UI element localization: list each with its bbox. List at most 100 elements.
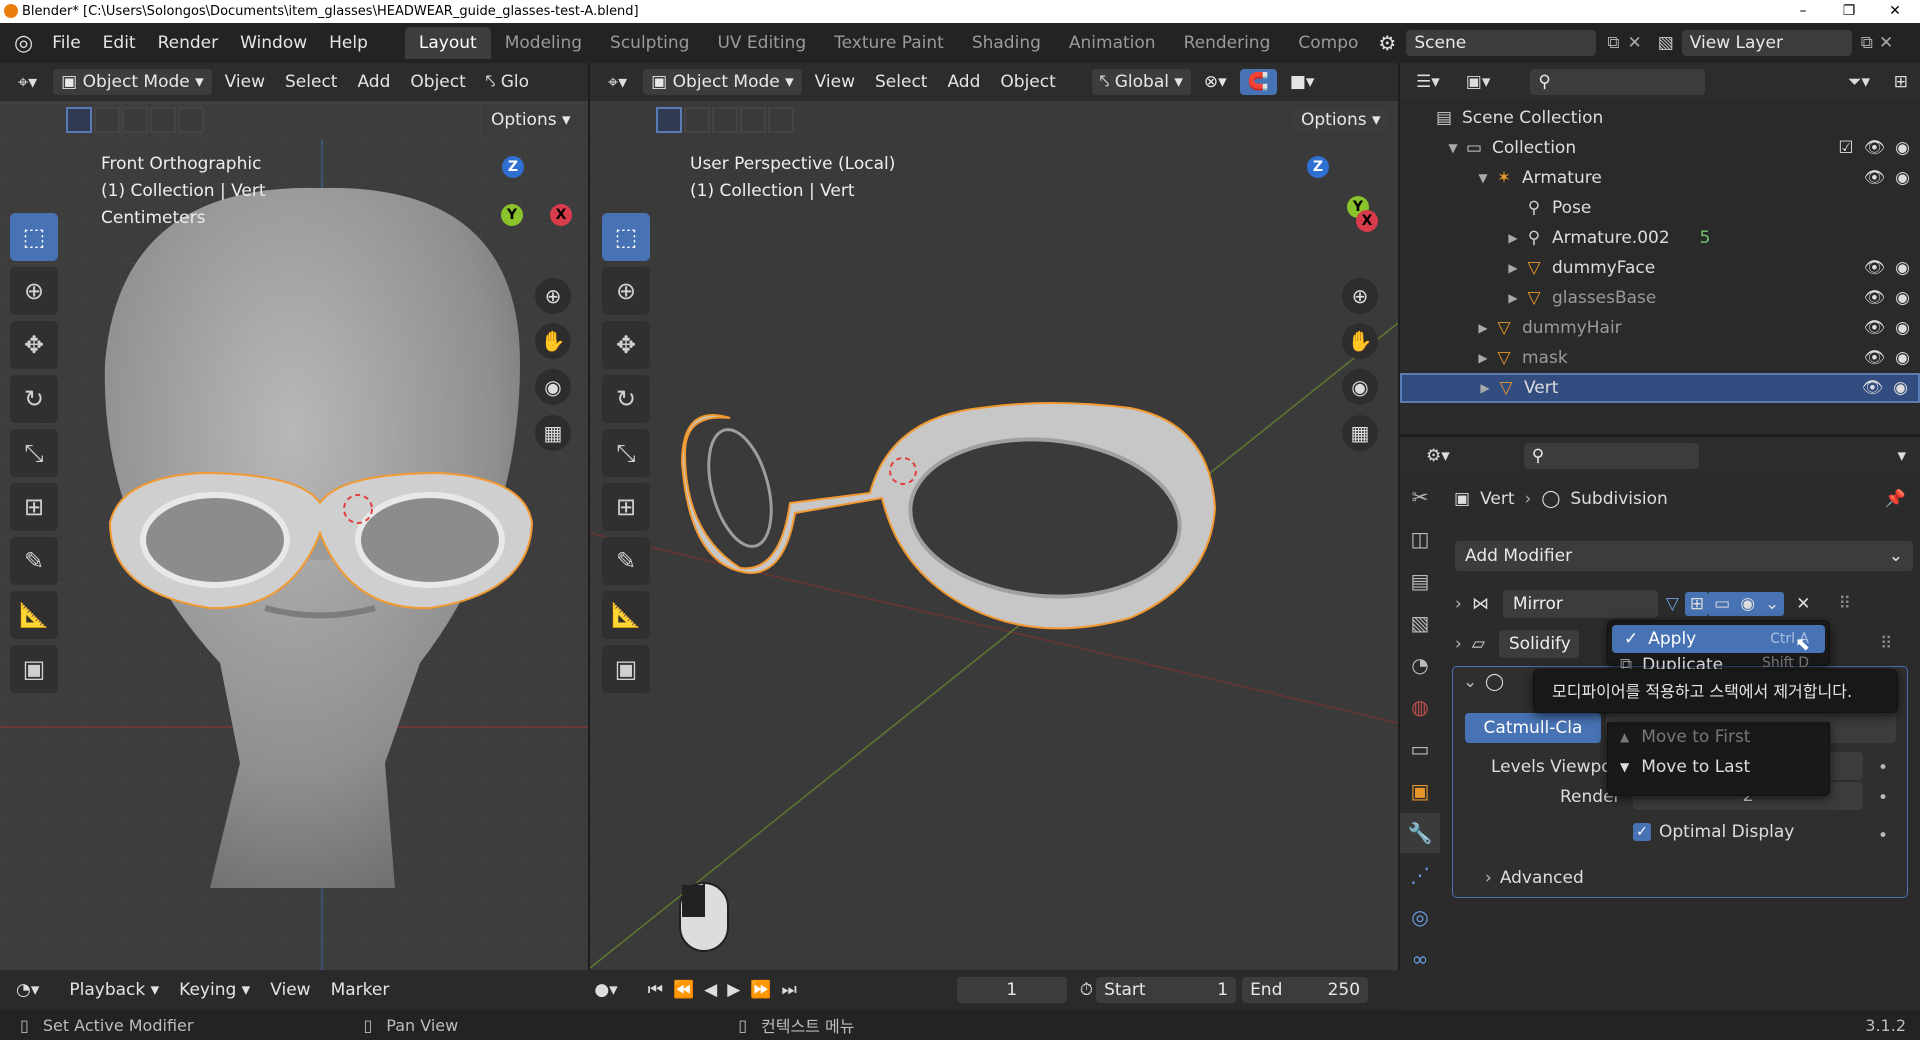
collection-tab-icon[interactable]: ▭ (1400, 729, 1440, 769)
view-layer-icon[interactable]: ▧ (1658, 33, 1674, 53)
output-tab-icon[interactable]: ▤ (1400, 561, 1440, 601)
eye-icon[interactable]: 👁 (1864, 318, 1886, 338)
right-gizmo-z-icon[interactable]: Z (1307, 156, 1329, 178)
camera-render-icon[interactable]: ◉ (1895, 288, 1910, 308)
menu-apply[interactable]: ✓ Apply Ctrl A (1612, 625, 1825, 653)
mirror-render-icon[interactable]: ◉ (1735, 592, 1761, 616)
right-scale-tool-icon[interactable]: ⤡ (602, 429, 650, 477)
left-menu-add[interactable]: Add (347, 72, 400, 92)
outliner-row[interactable]: ▼ ▭ Collection ☑ 👁 ◉ (1400, 133, 1920, 163)
outliner-row[interactable]: ⚲ Pose (1400, 193, 1920, 223)
mirror-drag-handle-icon[interactable]: ⠿ (1839, 594, 1851, 614)
right-viewport[interactable]: ⌖▾ ▣ Object Mode ▾ View Select Add Objec… (590, 63, 1398, 970)
advanced-subpanel[interactable]: › Advanced (1485, 868, 1584, 888)
tab-rendering[interactable]: Rendering (1170, 27, 1285, 59)
transform-orientation-dropdown[interactable]: ⤣ Global ▾ (1091, 69, 1191, 95)
right-select-extend-icon[interactable] (684, 107, 710, 133)
transform-tool-icon[interactable]: ⊞ (10, 483, 58, 531)
remove-scene-icon[interactable]: ✕ (1627, 33, 1641, 53)
select-subtract-icon[interactable] (122, 107, 148, 133)
world-tab-icon[interactable]: ◍ (1400, 687, 1440, 727)
tab-uv-editing[interactable]: UV Editing (703, 27, 820, 59)
outliner-row[interactable]: ▶ ▽ dummyHair 👁 ◉ (1400, 313, 1920, 343)
camera-render-icon[interactable]: ◉ (1893, 378, 1908, 398)
menu-help[interactable]: Help (318, 33, 379, 53)
outliner-row[interactable]: ▶ ▽ glassesBase 👁 ◉ (1400, 283, 1920, 313)
left-options-dropdown[interactable]: Options ▾ (483, 107, 579, 133)
snap-target-icon[interactable]: ■▾ (1280, 72, 1325, 92)
left-menu-select[interactable]: Select (275, 72, 347, 92)
modifier-mirror-row[interactable]: › ⋈ Mirror ▽ ⊞ ▭ ◉ ⌄ ✕ ⠿ (1455, 586, 1907, 622)
close-window-button[interactable]: ✕ (1872, 0, 1918, 23)
right-zoom-icon[interactable]: ⊕ (1342, 278, 1378, 314)
scene-icon[interactable]: ⚙ (1378, 31, 1396, 55)
left-menu-view[interactable]: View (215, 72, 275, 92)
menu-render[interactable]: Render (147, 33, 230, 53)
current-frame-field[interactable]: 1 (956, 977, 1067, 1003)
right-select-subtract-icon[interactable] (712, 107, 738, 133)
left-menu-object[interactable]: Object (400, 72, 475, 92)
visibility-toggles[interactable]: 👁 ◉ (1864, 318, 1910, 338)
mirror-delete-icon[interactable]: ✕ (1796, 594, 1810, 614)
add-cube-tool-icon[interactable]: ▣ (10, 645, 58, 693)
object-tab-icon[interactable]: ▣ (1400, 771, 1440, 811)
solidify-drag-handle-icon[interactable]: ⠿ (1880, 634, 1892, 654)
new-scene-icon[interactable]: ⧉ (1607, 33, 1619, 53)
eye-icon[interactable]: 👁 (1864, 348, 1886, 368)
visibility-toggles[interactable]: ☑ 👁 ◉ (1838, 138, 1910, 158)
select-new-icon[interactable] (66, 107, 92, 133)
animate-render-icon[interactable]: • (1878, 788, 1888, 808)
right-select-new-icon[interactable] (656, 107, 682, 133)
mirror-cage-icon[interactable]: ⊞ (1684, 592, 1710, 616)
menu-duplicate[interactable]: ⧉ Duplicate Shift D (1608, 653, 1829, 671)
right-object-mode-dropdown[interactable]: ▣ Object Mode ▾ (643, 69, 802, 95)
annotate-tool-icon[interactable]: ✎ (10, 537, 58, 585)
menu-edit[interactable]: Edit (92, 33, 147, 53)
visibility-toggles[interactable]: 👁 ◉ (1864, 348, 1910, 368)
expand-toggle-icon[interactable]: ▶ (1476, 381, 1494, 395)
editor-type-icon[interactable]: ⌖▾ (18, 72, 37, 93)
eye-icon[interactable]: 👁 (1864, 288, 1886, 308)
properties-search-input[interactable]: ⚲ (1523, 443, 1699, 469)
outliner-row[interactable]: ▤ Scene Collection (1400, 103, 1920, 133)
left-zoom-icon[interactable]: ⊕ (535, 278, 571, 314)
menu-file[interactable]: File (41, 33, 91, 53)
outliner-search-input[interactable]: ⚲ (1530, 69, 1706, 95)
properties-editor-type-icon[interactable]: ⚙▾ (1426, 446, 1450, 466)
auto-keying-icon[interactable]: ●▾ (594, 980, 617, 1000)
left-pan-hand-icon[interactable]: ✋ (535, 323, 571, 359)
timeline-menu-keying[interactable]: Keying ▾ (169, 980, 260, 1000)
tab-texture-paint[interactable]: Texture Paint (820, 27, 958, 59)
left-object-mode-dropdown[interactable]: ▣ Object Mode ▾ (53, 69, 212, 95)
right-measure-tool-icon[interactable]: 📐 (602, 591, 650, 639)
animate-levels-icon[interactable]: • (1878, 758, 1888, 778)
particles-tab-icon[interactable]: ⋰ (1400, 855, 1440, 895)
select-box-tool-icon[interactable]: ⬚ (10, 213, 58, 261)
eye-icon[interactable]: 👁 (1864, 168, 1886, 188)
filter-icon[interactable]: ⏷▾ (1848, 72, 1870, 92)
tab-layout[interactable]: Layout (404, 27, 491, 59)
outliner-row[interactable]: ▶ ▽ dummyFace 👁 ◉ (1400, 253, 1920, 283)
visibility-toggles[interactable]: 👁 ◉ (1864, 258, 1910, 278)
properties-options-icon[interactable]: ▾ (1897, 446, 1906, 466)
outliner-row[interactable]: ▶ ⚲ Armature.002 5 (1400, 223, 1920, 253)
rotate-tool-icon[interactable]: ↻ (10, 375, 58, 423)
eye-icon[interactable]: 👁 (1864, 138, 1886, 158)
render-tab-icon[interactable]: ◫ (1400, 519, 1440, 559)
scale-tool-icon[interactable]: ⤡ (10, 429, 58, 477)
expand-toggle-icon[interactable]: ▶ (1504, 231, 1522, 245)
mirror-editmode-icon[interactable]: ▽ (1666, 594, 1679, 614)
eye-icon[interactable]: 👁 (1862, 378, 1884, 398)
outliner-row[interactable]: ▶ ▽ mask 👁 ◉ (1400, 343, 1920, 373)
snap-toggle-icon[interactable]: 🧲 (1239, 69, 1277, 95)
right-select-box-tool-icon[interactable]: ⬚ (602, 213, 650, 261)
right-perspective-toggle-icon[interactable]: ▦ (1342, 415, 1378, 451)
view-layer-field[interactable]: View Layer (1681, 30, 1852, 56)
timeline-menu-view[interactable]: View (260, 980, 320, 1000)
right-annotate-tool-icon[interactable]: ✎ (602, 537, 650, 585)
camera-render-icon[interactable]: ◉ (1895, 168, 1910, 188)
left-gizmo-z-icon[interactable]: Z (502, 156, 524, 178)
camera-render-icon[interactable]: ◉ (1895, 258, 1910, 278)
exclude-checkbox-icon[interactable]: ☑ (1838, 138, 1853, 158)
right-menu-select[interactable]: Select (865, 72, 937, 92)
